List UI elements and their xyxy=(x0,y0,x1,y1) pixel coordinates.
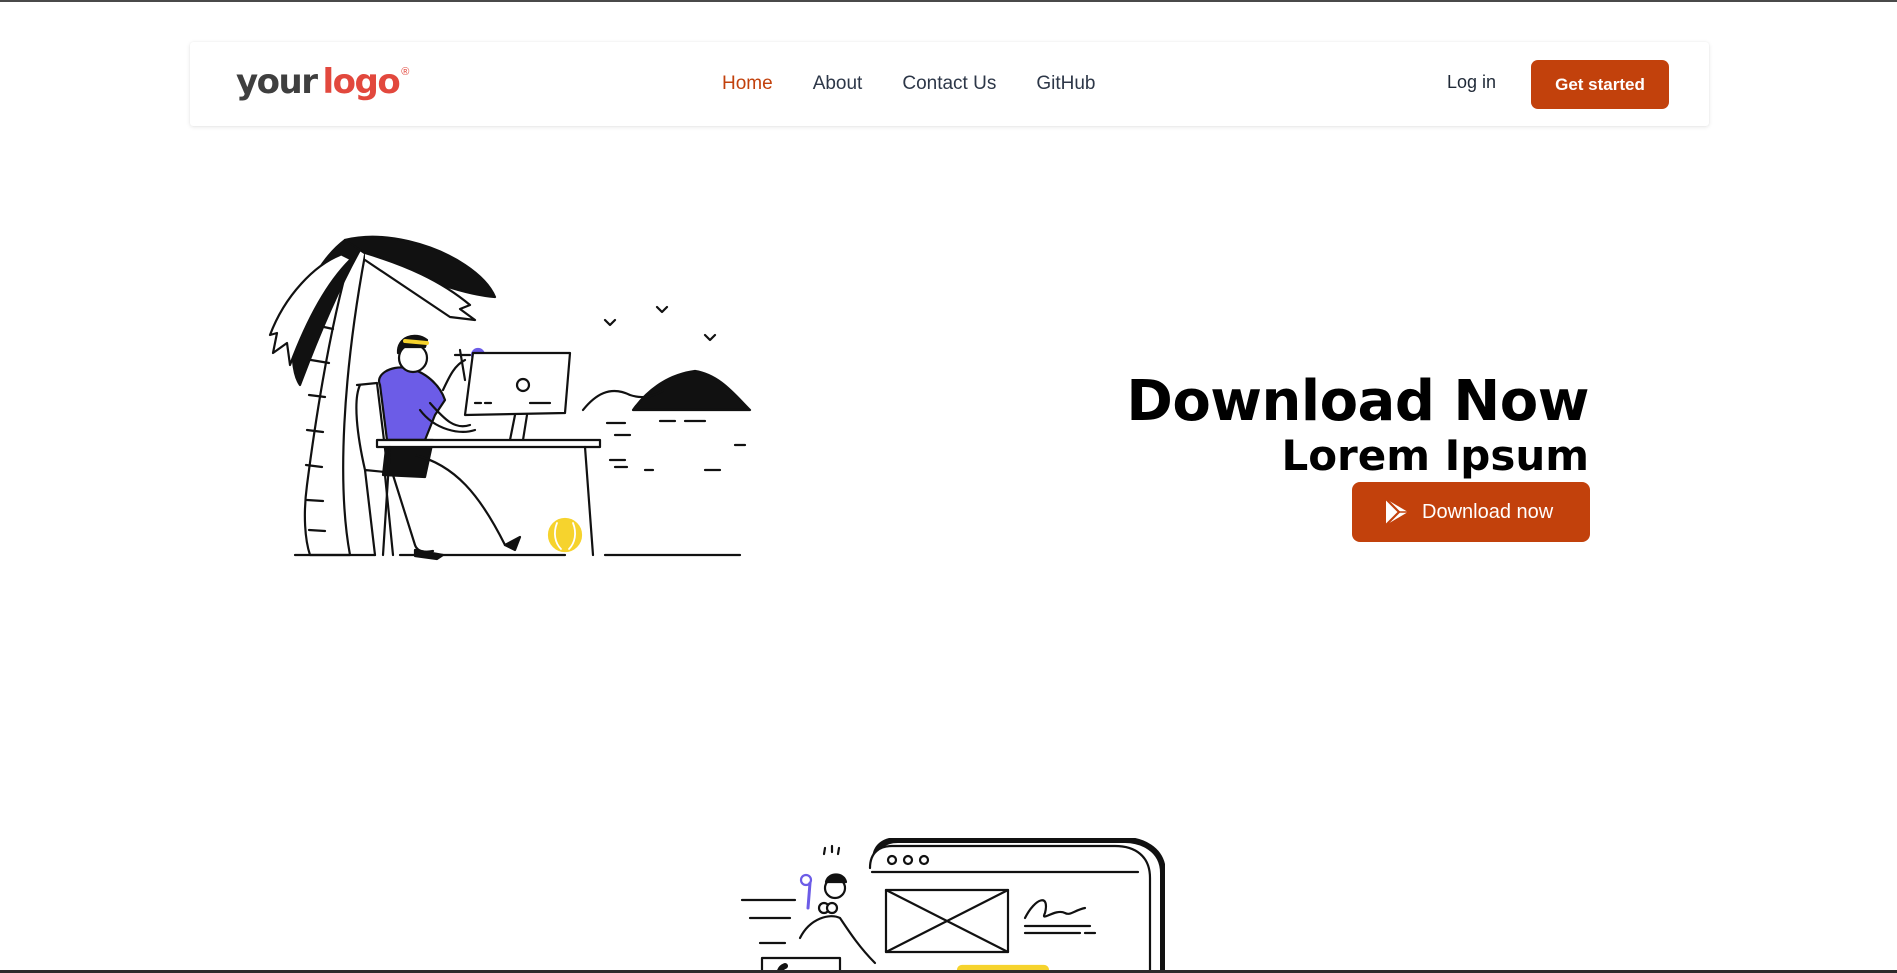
nav-link-github[interactable]: GitHub xyxy=(1036,73,1095,95)
logo-text-logo: logo xyxy=(322,62,401,102)
nav-link-home[interactable]: Home xyxy=(722,73,773,95)
play-store-icon xyxy=(1385,498,1408,526)
main-nav: Home About Contact Us GitHub xyxy=(722,42,1135,126)
nav-link-about[interactable]: About xyxy=(813,73,863,95)
top-border xyxy=(0,0,1897,2)
get-started-button[interactable]: Get started xyxy=(1531,60,1669,109)
download-now-label: Download now xyxy=(1422,500,1554,523)
browser-illustration xyxy=(740,838,1165,973)
logo[interactable]: your logo ® xyxy=(236,62,409,106)
hero-title: Download Now xyxy=(1126,368,1589,434)
hero-illustration xyxy=(268,235,752,561)
logo-registered-mark: ® xyxy=(401,66,410,78)
login-link[interactable]: Log in xyxy=(1447,72,1496,93)
logo-text-your: your xyxy=(236,62,318,102)
navbar: your logo ® Home About Contact Us GitHub… xyxy=(190,42,1709,126)
hero-subtitle: Lorem Ipsum xyxy=(1281,430,1589,480)
nav-link-contact-us[interactable]: Contact Us xyxy=(902,73,996,95)
download-now-button[interactable]: Download now xyxy=(1352,482,1590,542)
